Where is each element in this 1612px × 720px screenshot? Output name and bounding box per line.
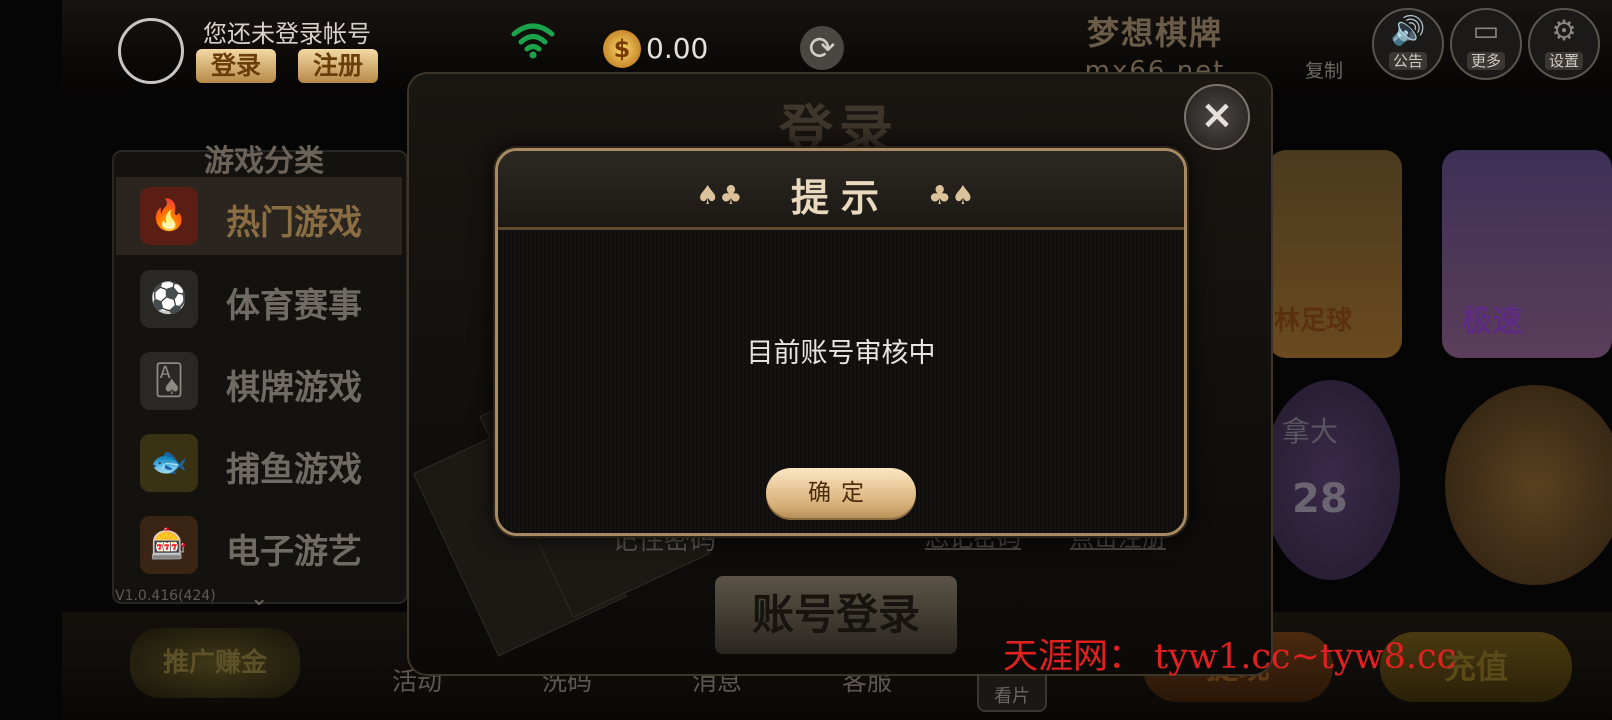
slot-machine-icon: 🎰 bbox=[140, 516, 198, 574]
category-slots[interactable]: 🎰 电子游艺 bbox=[116, 506, 402, 584]
announcement-button[interactable]: 🔊 公告 bbox=[1372, 8, 1444, 80]
settings-label: 设置 bbox=[1544, 52, 1583, 70]
game-chip-egg[interactable] bbox=[1445, 385, 1612, 585]
copy-button[interactable]: 复制 bbox=[1305, 56, 1343, 83]
refresh-icon[interactable]: ⟳ bbox=[800, 26, 844, 70]
chat-icon: ▭ bbox=[1472, 14, 1500, 47]
sidebar-title: 游戏分类 bbox=[204, 144, 324, 179]
promo-button[interactable]: 推广赚金 bbox=[130, 628, 300, 698]
category-label: 体育赛事 bbox=[226, 286, 362, 326]
game-tile-soccer[interactable]: 林足球 bbox=[1268, 150, 1402, 358]
settings-button[interactable]: ⚙ 设置 bbox=[1528, 8, 1600, 80]
video-label: 看片 bbox=[994, 686, 1030, 707]
fish-icon: 🐟 bbox=[140, 434, 198, 492]
watermark-text: 天涯网： tyw1.cc~tyw8.cc bbox=[1003, 637, 1457, 677]
login-button[interactable]: 登录 bbox=[196, 49, 276, 83]
account-login-button[interactable]: 账号登录 bbox=[715, 576, 957, 654]
club-spade-icon: ♣♠ bbox=[928, 181, 975, 211]
category-fishing[interactable]: 🐟 捕鱼游戏 bbox=[116, 424, 402, 502]
balance-amount: 0.00 bbox=[646, 32, 709, 65]
speaker-icon: 🔊 bbox=[1390, 14, 1426, 47]
category-label: 电子游艺 bbox=[226, 532, 362, 572]
coin-icon: $ bbox=[603, 30, 641, 68]
dialog-title: 提示 bbox=[790, 176, 891, 220]
app-screen: 您还未登录帐号 登录 注册 $ 0.00 ⟳ 梦想棋牌 mx66.net 复制 … bbox=[0, 0, 1612, 720]
game-tile-label: 极速 bbox=[1462, 304, 1522, 339]
chevron-down-icon[interactable]: ⌄ bbox=[250, 586, 268, 611]
game-tile-speed[interactable]: 极速 bbox=[1442, 150, 1612, 358]
soccer-ball-icon: ⚽ bbox=[140, 270, 198, 328]
close-button[interactable]: × bbox=[1184, 84, 1250, 150]
confirm-button[interactable]: 确定 bbox=[766, 468, 916, 518]
category-label: 捕鱼游戏 bbox=[226, 450, 362, 490]
register-button[interactable]: 注册 bbox=[298, 49, 378, 83]
brand-logo: 梦想棋牌 mx66.net bbox=[1045, 8, 1265, 86]
gear-icon: ⚙ bbox=[1551, 14, 1577, 47]
announcement-label: 公告 bbox=[1388, 52, 1427, 70]
chip-number: 28 bbox=[1292, 476, 1348, 522]
dialog-message: 目前账号审核中 bbox=[746, 338, 936, 369]
dialog-header: ♠♣ 提示 ♣♠ bbox=[498, 151, 1184, 230]
playing-cards-icon: 🂡 bbox=[140, 352, 198, 410]
category-label: 棋牌游戏 bbox=[226, 368, 362, 408]
avatar[interactable] bbox=[118, 18, 184, 84]
prompt-dialog: ♠♣ 提示 ♣♠ 目前账号审核中 确定 bbox=[495, 148, 1187, 536]
logo-name: 梦想棋牌 bbox=[1086, 14, 1223, 52]
game-tile-label: 林足球 bbox=[1274, 306, 1353, 336]
hot-icon: 🔥 bbox=[140, 187, 198, 245]
version-text: V1.0.416(424) bbox=[115, 588, 216, 604]
category-card-games[interactable]: 🂡 棋牌游戏 bbox=[116, 342, 402, 420]
more-label: 更多 bbox=[1466, 52, 1505, 70]
game-chip-canada28[interactable]: 拿大 28 bbox=[1262, 380, 1400, 580]
close-icon: × bbox=[1200, 92, 1234, 138]
category-hot-games[interactable]: 🔥 热门游戏 bbox=[116, 177, 402, 255]
category-label: 热门游戏 bbox=[226, 203, 362, 243]
wifi-icon bbox=[511, 23, 555, 59]
game-category-sidebar: 游戏分类 🔥 热门游戏 ⚽ 体育赛事 🂡 棋牌游戏 🐟 捕鱼游戏 🎰 电子游艺 bbox=[112, 144, 408, 604]
category-sports[interactable]: ⚽ 体育赛事 bbox=[116, 260, 402, 338]
login-status-text: 您还未登录帐号 bbox=[203, 20, 371, 48]
chip-text: 拿大 bbox=[1282, 415, 1339, 448]
more-button[interactable]: ▭ 更多 bbox=[1450, 8, 1522, 80]
